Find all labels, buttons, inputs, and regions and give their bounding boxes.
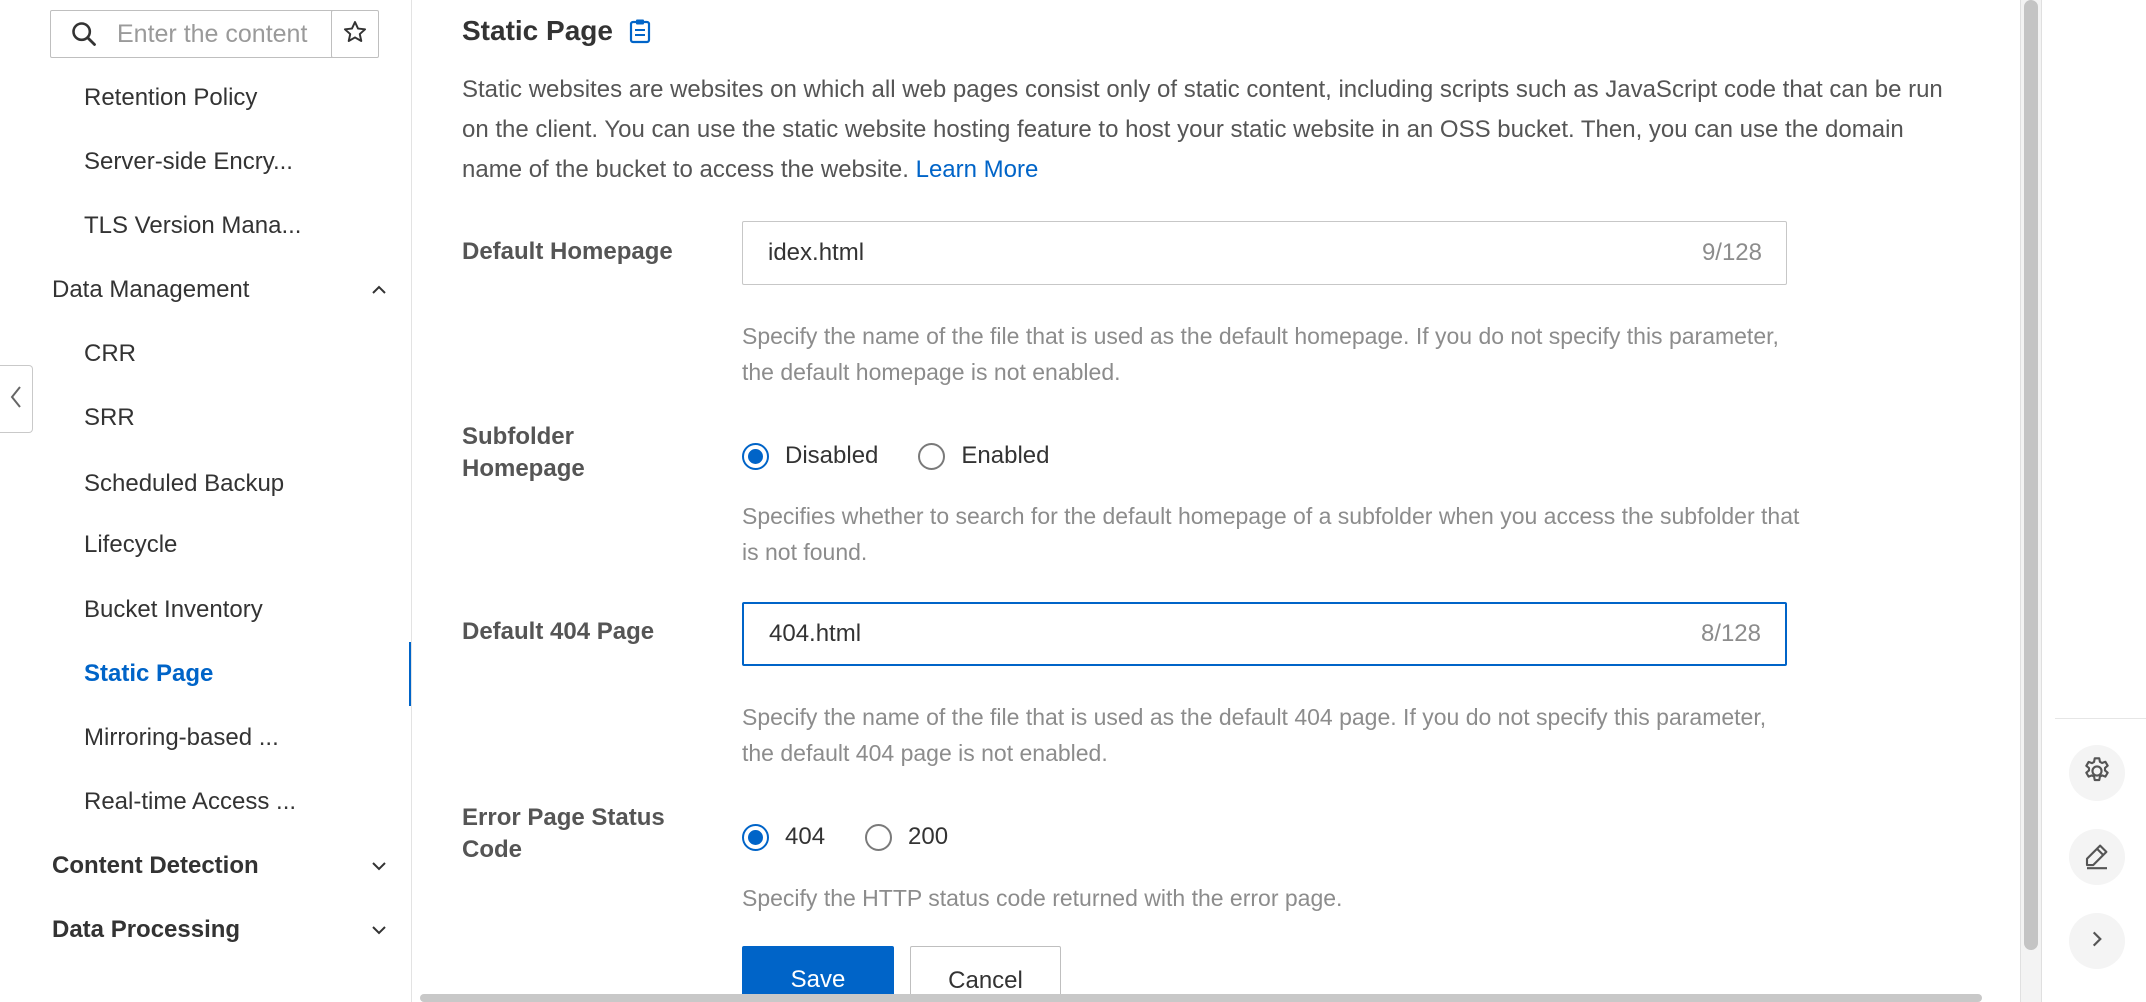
- error-status-radio-group: 404 200: [742, 823, 988, 851]
- search-box: [50, 10, 353, 58]
- description-text: Static websites are websites on which al…: [462, 76, 1943, 183]
- radio-unchecked: [865, 823, 893, 851]
- clipboard-icon[interactable]: [629, 18, 651, 44]
- sidebar-item-mirroring-based[interactable]: Mirroring-based ...: [84, 724, 279, 752]
- page-title-text: Static Page: [462, 15, 613, 46]
- search-icon[interactable]: [51, 11, 117, 57]
- active-indicator: [409, 642, 411, 706]
- default-homepage-field[interactable]: 9/128: [742, 221, 1787, 285]
- sidebar-item-tls-version[interactable]: TLS Version Mana...: [84, 212, 301, 240]
- sidebar-item-server-side-encryption[interactable]: Server-side Encry...: [84, 148, 293, 176]
- gear-icon: [2081, 755, 2113, 792]
- sidebar-item-bucket-inventory[interactable]: Bucket Inventory: [84, 596, 263, 624]
- sidebar-item-static-page[interactable]: Static Page: [84, 660, 213, 688]
- radio-unchecked: [918, 442, 946, 470]
- default-homepage-help: Specify the name of the file that is use…: [742, 323, 1779, 385]
- page-scrollbar-thumb[interactable]: [2024, 0, 2038, 950]
- sidebar-item-scheduled-backup[interactable]: Scheduled Backup: [84, 470, 284, 498]
- default-homepage-input[interactable]: [768, 239, 1702, 267]
- sidebar-group-data-management[interactable]: Data Management: [52, 276, 392, 304]
- page-description: Static websites are websites on which al…: [462, 70, 1952, 190]
- pencil-icon: [2082, 840, 2112, 875]
- sidebar-item-srr[interactable]: SRR: [84, 404, 135, 432]
- radio-disabled[interactable]: Disabled: [742, 442, 878, 470]
- sidebar-group-label: Data Management: [52, 276, 250, 303]
- chevron-up-icon: [368, 279, 390, 301]
- main-content: Static Page Static websites are websites…: [413, 0, 1985, 1002]
- radio-checked: [742, 442, 769, 470]
- error-status-label: Error Page Status Code: [462, 804, 665, 863]
- learn-more-link[interactable]: Learn More: [916, 156, 1039, 183]
- radio-404[interactable]: 404: [742, 823, 825, 851]
- sidebar-item-lifecycle[interactable]: Lifecycle: [84, 531, 177, 559]
- default-404-field[interactable]: 8/128: [742, 602, 1787, 666]
- chevron-down-icon: [368, 919, 390, 941]
- sidebar-item-retention-policy[interactable]: Retention Policy: [84, 84, 257, 112]
- radio-checked: [742, 823, 769, 851]
- default-homepage-label: Default Homepage: [462, 238, 673, 265]
- page-scrollbar[interactable]: [2020, 0, 2042, 1002]
- sidebar-group-label: Data Processing: [52, 916, 241, 943]
- radio-enabled[interactable]: Enabled: [918, 442, 1049, 470]
- error-status-help: Specify the HTTP status code returned wi…: [742, 885, 1343, 911]
- page-title: Static Page: [462, 15, 651, 47]
- default-404-input[interactable]: [769, 620, 1701, 648]
- sidebar-item-real-time-access[interactable]: Real-time Access ...: [84, 788, 296, 816]
- default-404-label: Default 404 Page: [462, 618, 655, 645]
- subfolder-homepage-radio-group: Disabled Enabled: [742, 442, 1089, 470]
- edit-button[interactable]: [2069, 829, 2125, 885]
- default-404-help: Specify the name of the file that is use…: [742, 704, 1767, 766]
- radio-label: 200: [908, 823, 949, 850]
- sidebar-collapse-button[interactable]: [0, 365, 33, 433]
- radio-label: Disabled: [785, 442, 879, 469]
- radio-200[interactable]: 200: [865, 823, 948, 851]
- search-input[interactable]: [117, 19, 342, 49]
- subfolder-homepage-help: Specifies whether to search for the defa…: [742, 503, 1800, 565]
- sidebar: Retention Policy Server-side Encry... TL…: [0, 0, 412, 1002]
- expand-panel-button[interactable]: [2069, 913, 2125, 969]
- toolbar-divider: [2055, 718, 2146, 719]
- subfolder-homepage-label: Subfolder Homepage: [462, 423, 585, 482]
- radio-label: 404: [785, 823, 826, 850]
- favorite-button[interactable]: [331, 10, 379, 58]
- radio-label: Enabled: [961, 442, 1050, 469]
- horizontal-scrollbar[interactable]: [420, 994, 1982, 1002]
- star-icon: [342, 19, 368, 50]
- sidebar-group-data-processing[interactable]: Data Processing: [52, 916, 392, 944]
- char-counter: 9/128: [1701, 239, 1762, 266]
- char-counter: 8/128: [1700, 620, 1761, 647]
- settings-button[interactable]: [2069, 745, 2125, 801]
- chevron-left-icon: [8, 384, 24, 415]
- sidebar-group-content-detection[interactable]: Content Detection: [52, 852, 392, 880]
- chevron-right-icon: [2086, 928, 2108, 955]
- chevron-down-icon: [368, 855, 390, 877]
- sidebar-group-label: Content Detection: [52, 852, 259, 879]
- sidebar-item-crr[interactable]: CRR: [84, 340, 136, 368]
